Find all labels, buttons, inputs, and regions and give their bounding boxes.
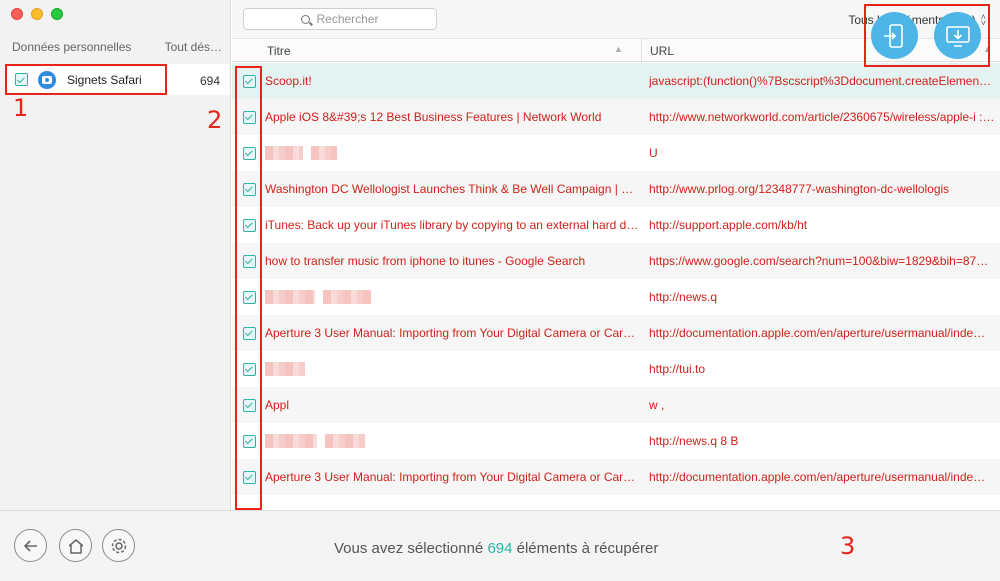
table-row[interactable]: how to transfer music from iphone to itu… [232,243,1000,279]
zoom-window-button[interactable] [51,8,63,20]
redacted-text [311,146,337,161]
search-input[interactable]: Rechercher [243,8,437,30]
redacted-text [323,290,371,305]
redacted-text [265,434,317,449]
minimize-window-button[interactable] [31,8,43,20]
annotation-marker-1: 1 [13,94,29,122]
row-url: http://documentation.apple.com/en/apertu… [649,326,986,340]
status-suffix: éléments à récupérer [512,540,659,557]
redacted-text [265,290,315,305]
sidebar-header-label: Données personnelles [12,40,132,54]
row-url: http://news.q [649,290,718,304]
row-title [265,146,640,161]
column-header-titre[interactable]: Titre [267,44,291,58]
table-row[interactable]: Scoop.it! javascript:(function()%7Bscscri… [232,63,1000,99]
bookmark-table: Scoop.it! javascript:(function()%7Bscscri… [232,63,1000,510]
redacted-text [325,434,365,449]
close-window-button[interactable] [11,8,23,20]
row-url: http://www.prlog.org/12348777-washington… [649,182,950,196]
sidebar-item-checkbox[interactable] [15,73,28,86]
annotation-marker-3: 3 [840,532,856,560]
back-arrow-icon [23,539,37,552]
column-header-url[interactable]: URL [650,44,674,58]
redacted-text [265,146,303,161]
search-placeholder: Rechercher [316,12,379,26]
table-row[interactable]: U [232,135,1000,171]
row-title: Apple iOS 8&#39;s 12 Best Business Featu… [265,110,602,124]
redacted-text [265,362,305,377]
table-row[interactable]: http://tui.to [232,351,1000,387]
table-row[interactable]: Washington DC Wellologist Launches Think… [232,171,1000,207]
row-title: Aperture 3 User Manual: Importing from Y… [265,470,636,484]
sidebar-item-background [167,64,230,95]
row-title: Scoop.it! [265,74,312,88]
row-url: http://support.apple.com/kb/ht [649,218,808,232]
row-url: http://tui.to [649,362,706,376]
row-title [265,362,640,377]
checkbox-column-highlight [235,66,262,510]
table-row[interactable]: iTunes: Back up your iTunes library by c… [232,207,1000,243]
row-url: http://news.q 8 B [649,434,739,448]
search-icon [301,14,311,24]
annotation-marker-2: 2 [207,106,223,134]
row-title: Washington DC Wellologist Launches Think… [265,182,640,196]
settings-button[interactable] [102,529,135,562]
sort-arrow-icon[interactable]: ▲ [614,44,623,54]
row-title [265,290,640,305]
column-divider[interactable] [641,39,642,63]
row-title: iTunes: Back up your iTunes library by c… [265,218,640,232]
safari-icon [38,70,56,89]
table-row[interactable]: Appl w , [232,387,1000,423]
window-controls [11,8,63,20]
row-title: Aperture 3 User Manual: Importing from Y… [265,326,636,340]
sidebar-header: Données personnelles Tout dés… [12,40,222,54]
row-title: how to transfer music from iphone to itu… [265,254,586,268]
table-row[interactable]: Apple iOS 8&#39;s 12 Best Business Featu… [232,99,1000,135]
deselect-all-toggle[interactable]: Tout dés… [165,40,222,54]
sidebar-item-count: 694 [200,74,221,88]
home-button[interactable] [59,529,92,562]
gear-icon [111,538,126,553]
table-row[interactable]: Aperture 3 User Manual: Importing from Y… [232,459,1000,495]
sidebar: Données personnelles Tout dés… Signets S… [0,0,231,510]
table-row[interactable]: http://news.q [232,279,1000,315]
row-url: http://www.networkworld.com/article/2360… [649,110,995,124]
sidebar-item-safari-bookmarks[interactable]: Signets Safari [5,64,167,95]
back-button[interactable] [14,529,47,562]
action-buttons-highlight [864,4,990,67]
row-url: javascript:(function()%7Bscscript%3Ddocu… [649,74,992,88]
row-title [265,434,640,449]
row-url: http://documentation.apple.com/en/apertu… [649,470,986,484]
row-url: U [649,146,658,160]
row-title: Appl [265,398,290,412]
selected-count: 694 [487,540,513,557]
sidebar-item-label: Signets Safari [67,72,142,87]
table-row[interactable]: http://news.q 8 B [232,423,1000,459]
row-url: https://www.google.com/search?num=100&bi… [649,254,989,268]
table-row[interactable]: Aperture 3 User Manual: Importing from Y… [232,315,1000,351]
selection-status: Vous avez sélectionné 694 éléments à réc… [334,540,658,557]
home-icon [68,538,83,554]
status-prefix: Vous avez sélectionné [334,540,488,557]
row-url: w , [649,398,665,412]
